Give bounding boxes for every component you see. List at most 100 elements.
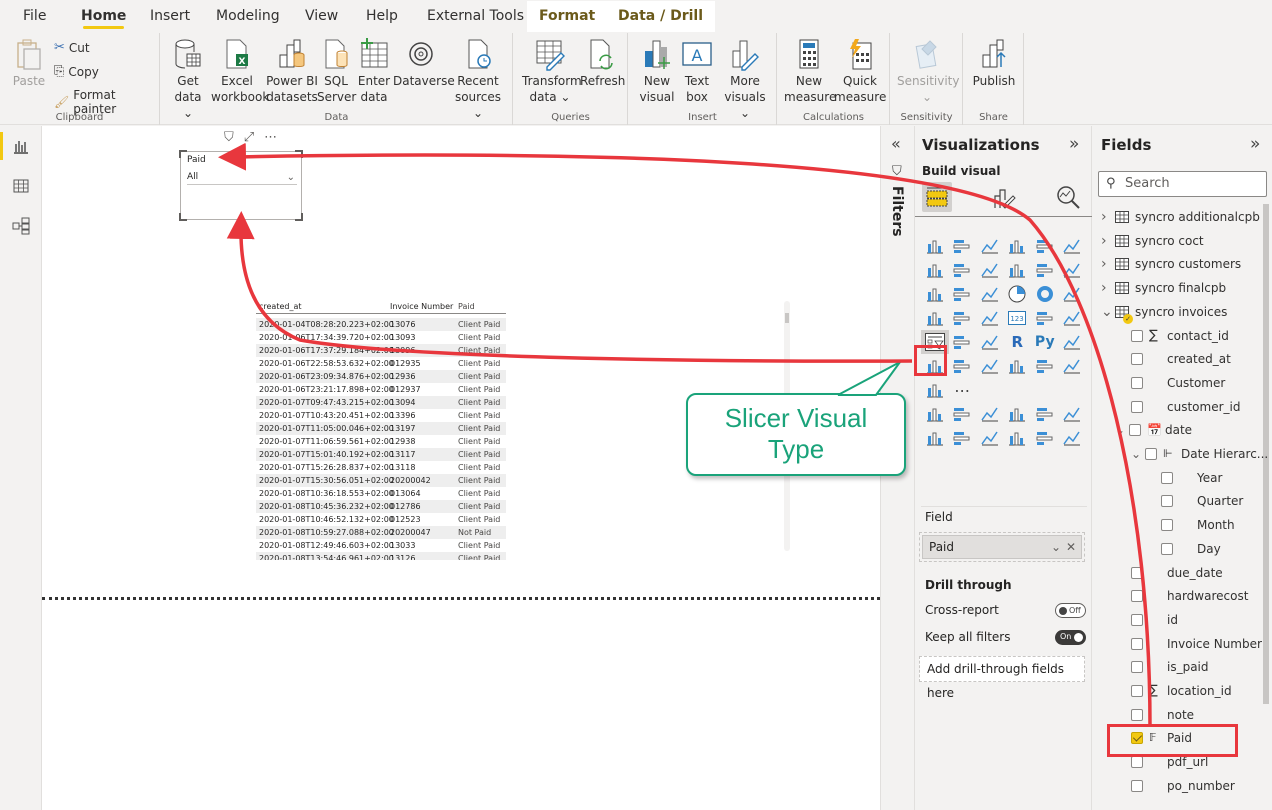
chevron-down-icon[interactable]: ⌄ xyxy=(1101,301,1115,323)
field-item[interactable]: ⌄ 📅 date xyxy=(1115,419,1192,441)
dataverse-button[interactable]: Dataverse xyxy=(393,37,455,89)
tab-file[interactable]: File xyxy=(23,0,46,33)
matrix-visual-icon[interactable] xyxy=(976,330,1004,354)
slicer-dropdown[interactable]: All ⌄ xyxy=(187,170,297,185)
field-checkbox[interactable] xyxy=(1131,685,1143,697)
power-bi-datasets-button[interactable]: Power BI datasets xyxy=(265,37,319,105)
field-table-item[interactable]: › syncro finalcpb xyxy=(1101,277,1226,299)
field-item[interactable]: Customer xyxy=(1131,372,1225,394)
area-visual-icon[interactable] xyxy=(949,258,977,282)
custom-4-visual-icon[interactable] xyxy=(1004,402,1032,426)
field-table-item[interactable]: › syncro coct xyxy=(1101,230,1204,252)
field-item[interactable]: note xyxy=(1131,704,1194,726)
qa-visual-icon[interactable] xyxy=(949,354,977,378)
key-influencers-visual-icon[interactable] xyxy=(1059,330,1087,354)
funnel-visual-icon[interactable] xyxy=(949,282,977,306)
remove-field-icon[interactable]: ✕ xyxy=(1066,536,1076,558)
100-stacked-bar-visual-icon[interactable] xyxy=(1031,234,1059,258)
chevron-right-icon[interactable]: › xyxy=(1101,206,1115,228)
table-row[interactable]: 2020-01-07T11:06:59.561+02:00 12938 Client… xyxy=(256,435,506,448)
card-visual-icon[interactable]: 123 xyxy=(1004,306,1032,330)
table-row[interactable]: 2020-01-06T23:09:34.876+02:00 12936 Client… xyxy=(256,370,506,383)
power-automate-visual-icon[interactable] xyxy=(1059,354,1087,378)
excel-workbook-button[interactable]: X Excel workbook xyxy=(211,37,269,105)
tab-data-drill[interactable]: Data / Drill xyxy=(606,1,715,32)
tab-insert[interactable]: Insert xyxy=(150,0,190,33)
field-checkbox[interactable] xyxy=(1129,424,1141,437)
custom-8-visual-icon[interactable] xyxy=(949,426,977,450)
more-visuals-button[interactable]: More visuals ⌄ xyxy=(719,37,771,121)
table-row[interactable]: 2020-01-06T22:58:53.632+02:00 012935 Clien… xyxy=(256,357,506,370)
format-visual-tab[interactable] xyxy=(991,186,1017,214)
field-checkbox[interactable] xyxy=(1131,613,1143,626)
chevron-right-icon[interactable]: › xyxy=(1101,253,1115,275)
filter-icon[interactable]: ⛉ xyxy=(224,130,234,145)
filled-map-visual-icon[interactable] xyxy=(949,306,977,330)
expand-left-icon[interactable]: « xyxy=(891,134,901,153)
table-row[interactable]: 2020-01-08T10:45:36.232+02:00 012786 Clien… xyxy=(256,500,506,513)
copy-button[interactable]: ⎘ Copy xyxy=(54,64,99,79)
ellipsis-visual-icon[interactable]: ⋯ xyxy=(949,378,977,402)
line-stacked-column-visual-icon[interactable] xyxy=(1031,258,1059,282)
custom-9-visual-icon[interactable] xyxy=(976,426,1004,450)
field-item[interactable]: id xyxy=(1131,609,1178,631)
field-item[interactable]: ∑ location_id xyxy=(1131,680,1232,702)
field-checkbox[interactable] xyxy=(1131,400,1143,413)
field-checkbox[interactable] xyxy=(1131,376,1143,389)
field-checkbox[interactable] xyxy=(1131,708,1143,721)
custom-1-visual-icon[interactable] xyxy=(921,402,949,426)
cross-report-toggle[interactable]: Off xyxy=(1055,603,1086,618)
cut-button[interactable]: ✂ Cut xyxy=(54,40,90,55)
table-row[interactable]: 2020-01-07T10:43:20.451+02:00 13396 Client… xyxy=(256,409,506,422)
table-row[interactable]: 2020-01-08T10:59:27.088+02:00 20200047 Not… xyxy=(256,526,506,539)
100-stacked-column-visual-icon[interactable] xyxy=(1059,234,1087,258)
smart-narrative-visual-icon[interactable] xyxy=(976,354,1004,378)
map-visual-icon[interactable] xyxy=(921,306,949,330)
table-row[interactable]: 2020-01-06T17:37:29.184+02:00 13096 Client… xyxy=(256,344,506,357)
table-row[interactable]: 2020-01-08T12:49:46.603+02:00 13033 Client… xyxy=(256,539,506,552)
donut-visual-icon[interactable] xyxy=(1031,282,1059,306)
python-visual-icon[interactable]: Py xyxy=(1031,330,1059,354)
new-visual-button[interactable]: New visual xyxy=(639,37,675,105)
r-script-visual-icon[interactable]: R xyxy=(1004,330,1032,354)
get-data-button[interactable]: Get data ⌄ xyxy=(169,37,207,121)
clustered-column-visual-icon[interactable] xyxy=(1004,234,1032,258)
field-item[interactable]: customer_id xyxy=(1131,396,1240,418)
field-item[interactable]: due_date xyxy=(1131,562,1223,584)
field-item[interactable]: Quarter xyxy=(1161,490,1243,512)
field-checkbox[interactable] xyxy=(1131,756,1143,769)
column-header-paid[interactable]: Paid xyxy=(458,300,506,313)
nav-model-view[interactable] xyxy=(0,206,42,246)
field-checkbox[interactable] xyxy=(1131,353,1143,366)
more-visuals-visual-icon[interactable] xyxy=(921,378,949,402)
scatter-visual-icon[interactable] xyxy=(976,282,1004,306)
table-row[interactable]: 2020-01-07T11:05:00.046+02:00 13197 Client… xyxy=(256,422,506,435)
field-checkbox[interactable] xyxy=(1131,590,1143,603)
stacked-column-visual-icon[interactable] xyxy=(949,234,977,258)
refresh-button[interactable]: Refresh xyxy=(580,37,625,89)
field-checkbox[interactable] xyxy=(1161,495,1173,508)
table-row[interactable]: 2020-01-06T23:21:17.898+02:00 012937 Clien… xyxy=(256,383,506,396)
field-table-item[interactable]: ⌄ syncro invoices xyxy=(1101,301,1227,323)
chevron-right-icon[interactable]: › xyxy=(1101,277,1115,299)
more-options-icon[interactable]: ⋯ xyxy=(264,130,277,145)
custom-10-visual-icon[interactable] xyxy=(1004,426,1032,450)
tab-external-tools[interactable]: External Tools xyxy=(427,0,524,33)
field-checkbox[interactable] xyxy=(1161,471,1173,484)
gauge-visual-icon[interactable] xyxy=(976,306,1004,330)
fields-search-input[interactable]: ⚲ Search xyxy=(1098,171,1267,197)
field-item[interactable]: po_number xyxy=(1131,775,1235,797)
kpi-visual-icon[interactable] xyxy=(1059,306,1087,330)
field-checkbox[interactable] xyxy=(1161,542,1173,555)
chevron-down-icon[interactable]: ⌄ xyxy=(1115,419,1129,441)
field-checkbox[interactable] xyxy=(1131,566,1143,579)
paste-button[interactable]: Paste xyxy=(12,37,46,89)
nav-data-view[interactable] xyxy=(0,166,42,206)
field-item[interactable]: Day xyxy=(1161,538,1221,560)
field-item[interactable]: ∑ contact_id xyxy=(1131,325,1229,347)
table-row[interactable]: 2020-01-07T15:30:56.051+02:00 20200042 Cli… xyxy=(256,474,506,487)
custom-5-visual-icon[interactable] xyxy=(1031,402,1059,426)
field-table-item[interactable]: › syncro customers xyxy=(1101,253,1241,275)
custom-11-visual-icon[interactable] xyxy=(1031,426,1059,450)
slicer-visual[interactable]: Paid All ⌄ xyxy=(179,150,303,221)
